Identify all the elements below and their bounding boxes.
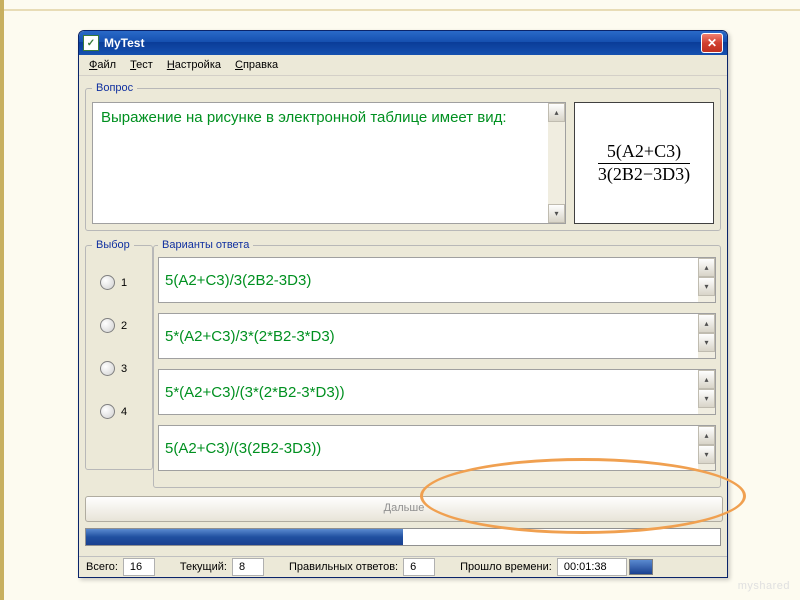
status-elapsed-label: Прошло времени: — [457, 561, 555, 573]
scroll-down-icon[interactable]: ▾ — [698, 389, 715, 408]
answer-option-4: 5(A2+C3)/(3(2B2-3D3)) ▴ ▾ — [158, 425, 716, 471]
answers-group: Варианты ответа 5(A2+C3)/3(2B2-3D3) ▴ ▾ … — [153, 239, 721, 488]
choice-4[interactable]: 4 — [100, 404, 146, 419]
status-correct-value: 6 — [403, 558, 435, 576]
scroll-up-icon[interactable]: ▴ — [698, 426, 715, 445]
progress-bar — [85, 528, 721, 546]
slide-accent-top — [0, 9, 800, 11]
answer-text: 5*(A2+C3)/(3*(2*B2-3*D3)) — [165, 384, 345, 401]
formula-numerator: 5(A2+C3) — [598, 142, 690, 164]
question-scrollbar[interactable]: ▴ ▾ — [548, 103, 565, 223]
scroll-up-icon[interactable]: ▴ — [698, 370, 715, 389]
choice-label: 4 — [121, 406, 127, 418]
scroll-up-icon[interactable]: ▴ — [698, 314, 715, 333]
statusbar: Всего: 16 Текущий: 8 Правильных ответов:… — [79, 556, 727, 577]
scroll-down-icon[interactable]: ▾ — [698, 277, 715, 296]
menu-settings[interactable]: Настройка — [161, 57, 227, 73]
menubar: Файл Тест Настройка Справка — [79, 55, 727, 76]
radio-icon[interactable] — [100, 404, 115, 419]
radio-icon[interactable] — [100, 318, 115, 333]
watermark: myshared — [738, 580, 790, 592]
answer-text: 5(A2+C3)/(3(2B2-3D3)) — [165, 440, 321, 457]
scroll-down-icon[interactable]: ▾ — [548, 204, 565, 223]
scroll-down-icon[interactable]: ▾ — [698, 333, 715, 352]
answer-option-1: 5(A2+C3)/3(2B2-3D3) ▴ ▾ — [158, 257, 716, 303]
app-window: ✓ MyTest ✕ Файл Тест Настройка Справка В… — [78, 30, 728, 578]
slide-accent-left — [0, 0, 4, 600]
answer-scrollbar[interactable]: ▴ ▾ — [698, 258, 715, 302]
choice-legend: Выбор — [92, 239, 134, 251]
status-progress-chip — [629, 559, 653, 575]
status-correct-label: Правильных ответов: — [286, 561, 401, 573]
close-icon: ✕ — [707, 36, 717, 50]
choice-label: 3 — [121, 363, 127, 375]
question-text-box: Выражение на рисунке в электронной табли… — [92, 102, 566, 224]
answer-scrollbar[interactable]: ▴ ▾ — [698, 426, 715, 470]
window-title: MyTest — [104, 36, 701, 50]
answer-text: 5*(A2+C3)/3*(2*B2-3*D3) — [165, 328, 335, 345]
next-button[interactable]: Дальше — [85, 496, 723, 522]
choice-1[interactable]: 1 — [100, 275, 146, 290]
question-group: Вопрос Выражение на рисунке в электронно… — [85, 82, 721, 231]
titlebar[interactable]: ✓ MyTest ✕ — [79, 31, 727, 55]
choice-3[interactable]: 3 — [100, 361, 146, 376]
answers-legend: Варианты ответа — [158, 239, 253, 251]
answer-option-3: 5*(A2+C3)/(3*(2*B2-3*D3)) ▴ ▾ — [158, 369, 716, 415]
menu-test[interactable]: Тест — [124, 57, 159, 73]
choice-group: Выбор 1 2 3 4 — [85, 239, 153, 470]
scroll-up-icon[interactable]: ▴ — [698, 258, 715, 277]
formula-image: 5(A2+C3) 3(2B2−3D3) — [574, 102, 714, 224]
formula-denominator: 3(2B2−3D3) — [598, 164, 690, 185]
answer-text: 5(A2+C3)/3(2B2-3D3) — [165, 272, 311, 289]
next-button-label: Дальше — [384, 502, 425, 514]
radio-icon[interactable] — [100, 361, 115, 376]
choice-label: 1 — [121, 277, 127, 289]
status-total-label: Всего: — [83, 561, 121, 573]
menu-file[interactable]: Файл — [83, 57, 122, 73]
question-text: Выражение на рисунке в электронной табли… — [101, 109, 507, 126]
status-current-label: Текущий: — [177, 561, 230, 573]
body-area: Вопрос Выражение на рисунке в электронно… — [79, 76, 727, 556]
choice-2[interactable]: 2 — [100, 318, 146, 333]
status-elapsed-value: 00:01:38 — [557, 558, 627, 576]
answer-scrollbar[interactable]: ▴ ▾ — [698, 314, 715, 358]
answer-scrollbar[interactable]: ▴ ▾ — [698, 370, 715, 414]
app-icon: ✓ — [83, 35, 99, 51]
question-legend: Вопрос — [92, 82, 137, 94]
scroll-down-icon[interactable]: ▾ — [698, 445, 715, 464]
progress-fill — [86, 529, 403, 545]
choice-label: 2 — [121, 320, 127, 332]
scroll-track[interactable] — [548, 122, 565, 204]
close-button[interactable]: ✕ — [701, 33, 723, 53]
status-current-value: 8 — [232, 558, 264, 576]
scroll-up-icon[interactable]: ▴ — [548, 103, 565, 122]
status-total-value: 16 — [123, 558, 155, 576]
menu-help[interactable]: Справка — [229, 57, 284, 73]
answer-option-2: 5*(A2+C3)/3*(2*B2-3*D3) ▴ ▾ — [158, 313, 716, 359]
radio-icon[interactable] — [100, 275, 115, 290]
